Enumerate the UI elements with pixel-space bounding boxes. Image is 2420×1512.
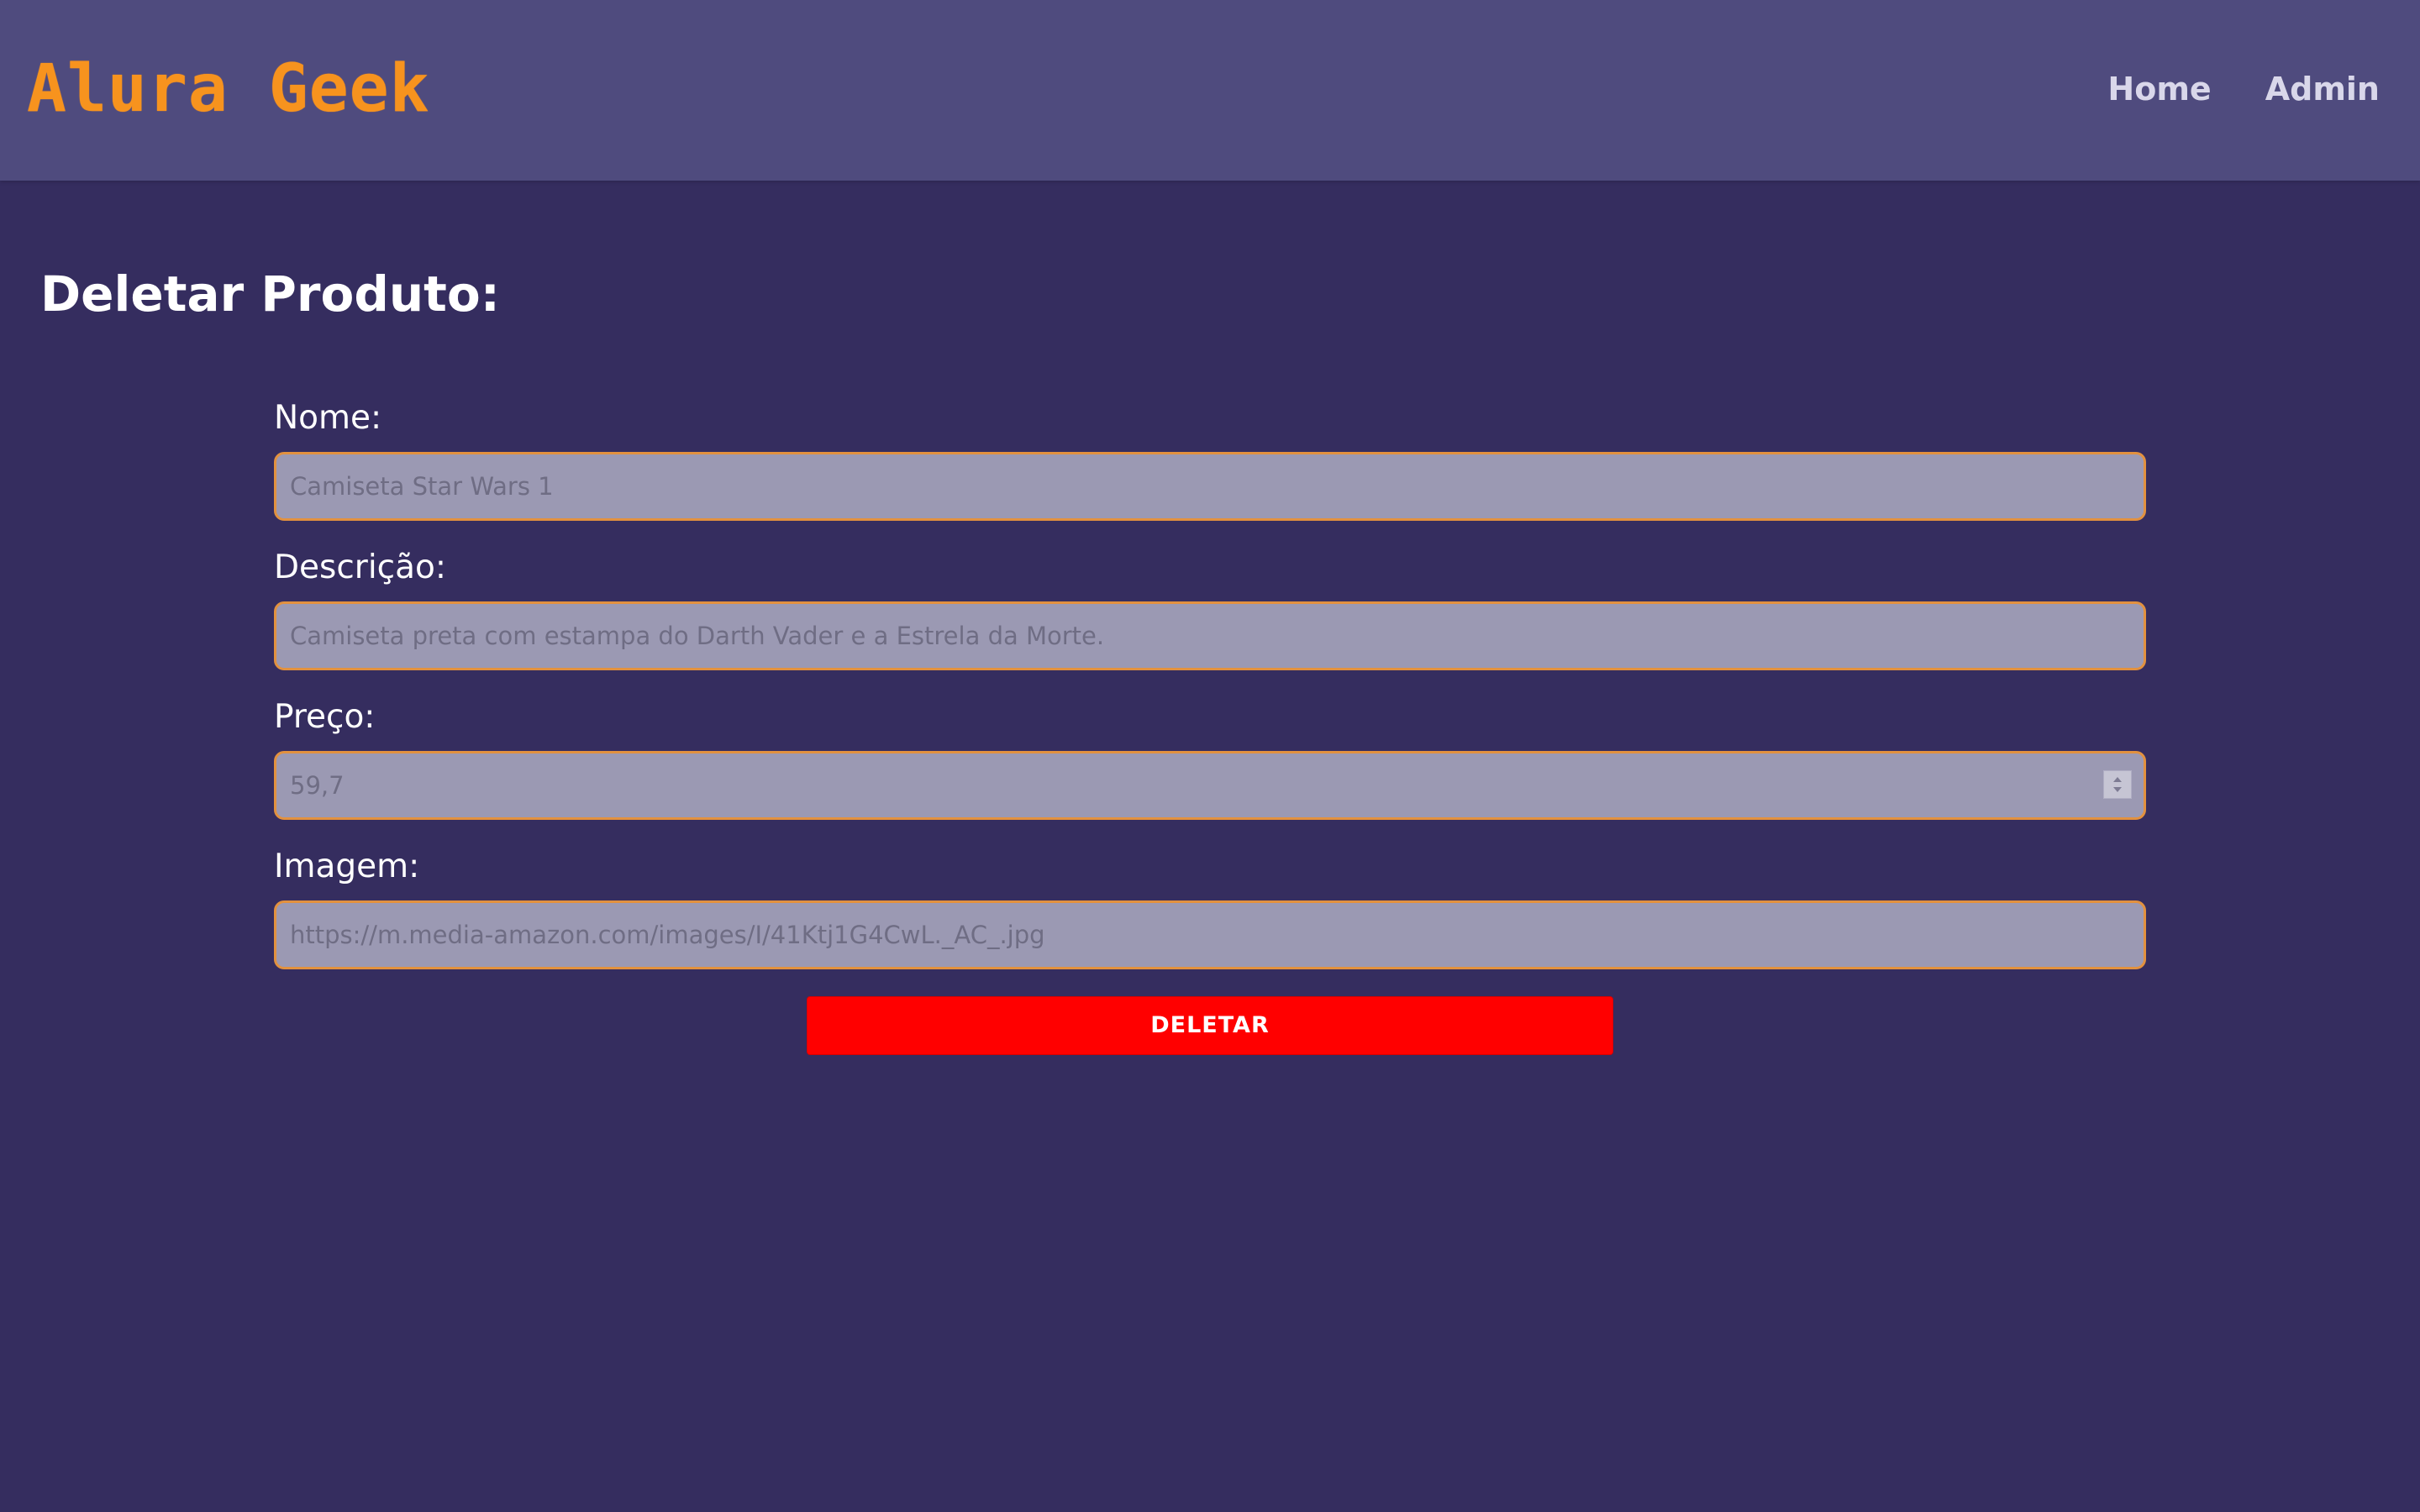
nav-link-home[interactable]: Home — [2107, 66, 2211, 113]
site-header: Alura Geek Home Admin — [0, 0, 2420, 181]
site-logo[interactable]: Alura Geek — [27, 47, 430, 131]
preco-label: Preço: — [274, 698, 376, 736]
page-title: Deletar Produto: — [40, 265, 500, 323]
imagem-label: Imagem: — [274, 848, 420, 885]
imagem-value: https://m.media-amazon.com/images/I/41Kt… — [290, 921, 1045, 949]
nav-link-admin[interactable]: Admin — [2265, 66, 2380, 113]
delete-product-form: Nome: Camiseta Star Wars 1 Descrição: Ca… — [274, 395, 2146, 993]
imagem-input[interactable]: https://m.media-amazon.com/images/I/41Kt… — [274, 900, 2146, 969]
descricao-label: Descrição: — [274, 549, 446, 586]
delete-button[interactable]: DELETAR — [807, 996, 1613, 1055]
nome-label: Nome: — [274, 399, 382, 437]
nome-input[interactable]: Camiseta Star Wars 1 — [274, 452, 2146, 521]
preco-value: 59,7 — [290, 771, 345, 800]
descricao-value: Camiseta preta com estampa do Darth Vade… — [290, 622, 1105, 650]
main-nav: Home Admin — [2107, 66, 2380, 113]
descricao-input[interactable]: Camiseta preta com estampa do Darth Vade… — [274, 601, 2146, 670]
preco-input[interactable]: 59,7 — [274, 751, 2146, 820]
number-spinner-icon[interactable] — [2103, 770, 2132, 799]
nome-value: Camiseta Star Wars 1 — [290, 472, 554, 501]
